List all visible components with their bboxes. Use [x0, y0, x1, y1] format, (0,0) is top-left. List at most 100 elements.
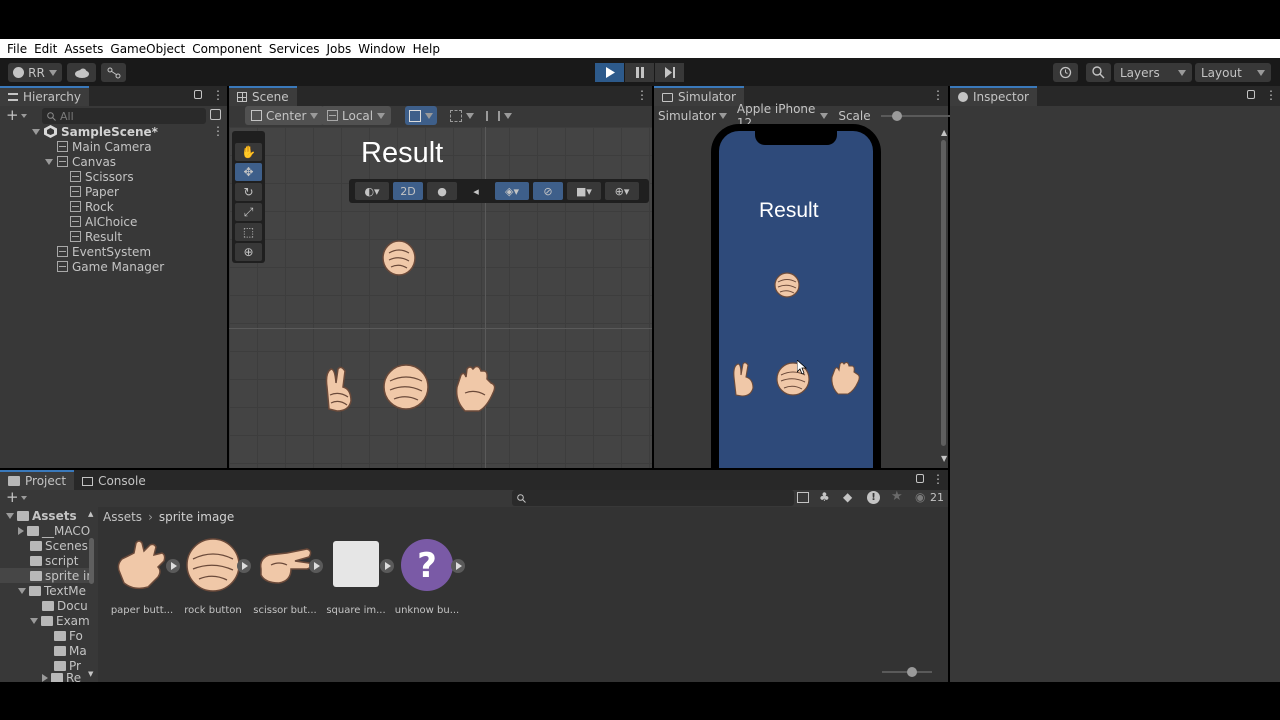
increment-snap-toggle[interactable]	[482, 106, 516, 125]
rect-tool-button[interactable]: ⬚	[235, 223, 262, 241]
scene-viewport[interactable]: ✋ ✥ ↻ ⤢ ⬚ ⊕ Result ◐▾ 2D ● ◂ ◈▾ ⊘ ■▾ ⊕▾	[229, 127, 652, 468]
expand-sprite-icon[interactable]	[451, 559, 465, 573]
tree-folder-sprite-image[interactable]: sprite im	[0, 568, 90, 583]
grid-snap-toggle[interactable]	[405, 106, 437, 125]
hierarchy-search-input[interactable]: All	[42, 108, 206, 124]
expand-arrow-icon[interactable]	[45, 158, 53, 165]
tree-folder-resources[interactable]: Re	[42, 673, 90, 682]
scale-slider-handle[interactable]	[891, 111, 902, 121]
kebab-menu-icon[interactable]: ⋮	[1265, 88, 1277, 102]
tree-item-scissors[interactable]: Scissors	[70, 169, 134, 184]
tree-folder-examples[interactable]: Exam	[30, 613, 90, 628]
expand-arrow-icon[interactable]	[6, 512, 14, 519]
tree-item-paper[interactable]: Paper	[70, 184, 119, 199]
expand-arrow-icon[interactable]	[30, 617, 38, 624]
expand-arrow-icon[interactable]	[32, 128, 40, 135]
slider-handle[interactable]	[907, 667, 917, 677]
menu-jobs[interactable]: Jobs	[326, 42, 358, 56]
grid-visibility-toggle[interactable]	[446, 106, 478, 125]
menu-window[interactable]: Window	[357, 42, 411, 56]
tab-inspector[interactable]: Inspector	[950, 86, 1037, 106]
draw-mode-dropdown[interactable]: ◐▾	[355, 182, 389, 200]
lock-icon[interactable]	[1247, 90, 1255, 99]
move-tool-button[interactable]: ✥	[235, 163, 262, 181]
lock-icon[interactable]	[916, 474, 924, 483]
menu-component[interactable]: Component	[191, 42, 268, 56]
tab-scene[interactable]: Scene	[229, 86, 297, 106]
asset-rock-button[interactable]: rock button	[177, 537, 251, 616]
asset-square-image[interactable]: square im...	[320, 537, 394, 616]
tree-item-game-manager[interactable]: Game Manager	[57, 259, 164, 274]
chevron-down-icon[interactable]	[21, 114, 27, 118]
warning-filter-icon[interactable]: !	[867, 491, 880, 504]
effects-dropdown[interactable]: ◈▾	[495, 182, 529, 200]
menu-gameobject[interactable]: GameObject	[109, 42, 191, 56]
expand-arrow-icon[interactable]	[18, 526, 24, 535]
simulator-scrollbar[interactable]: ▲ ▼	[938, 126, 948, 468]
favorite-star-icon[interactable]: ★	[891, 489, 903, 504]
scroll-up-icon[interactable]: ▲	[941, 128, 947, 137]
asset-paper-button[interactable]: paper butt...	[106, 537, 180, 616]
account-dropdown[interactable]: RR	[8, 63, 62, 82]
menu-edit[interactable]: Edit	[33, 42, 63, 56]
device-screen[interactable]: Result	[719, 131, 873, 468]
tab-console[interactable]: Console	[74, 470, 154, 490]
tree-item-eventsystem[interactable]: EventSystem	[57, 244, 151, 259]
audio-toggle[interactable]: ◂	[461, 182, 491, 200]
kebab-menu-icon[interactable]: ⋮	[636, 88, 648, 102]
tree-item-aichoice[interactable]: AIChoice	[70, 214, 137, 229]
collab-button[interactable]	[101, 63, 126, 82]
menu-help[interactable]: Help	[412, 42, 446, 56]
scale-slider[interactable]	[880, 111, 961, 121]
tree-item-rock[interactable]: Rock	[70, 199, 114, 214]
history-button[interactable]	[1053, 63, 1078, 82]
search-by-type-icon[interactable]	[797, 492, 809, 503]
tree-folder-documentation[interactable]: Docu	[42, 598, 90, 613]
tree-scene-row[interactable]: SampleScene*	[32, 124, 158, 139]
breadcrumb-current[interactable]: sprite image	[159, 510, 234, 524]
expand-arrow-icon[interactable]	[18, 587, 26, 594]
kebab-menu-icon[interactable]: ⋮	[932, 88, 944, 102]
search-by-label-icon[interactable]: ♣	[819, 490, 830, 504]
tree-folder-assets[interactable]: Assets	[6, 508, 77, 523]
play-button[interactable]	[595, 63, 624, 82]
tree-item-main-camera[interactable]: Main Camera	[57, 139, 152, 154]
rotate-tool-button[interactable]: ↻	[235, 183, 262, 201]
tree-folder-textmeshpro[interactable]: TextMe	[18, 583, 98, 598]
add-icon[interactable]: +	[6, 106, 19, 124]
kebab-menu-icon[interactable]: ⋮	[212, 124, 224, 138]
tree-folder-maco[interactable]: __MACO	[18, 523, 98, 538]
lighting-toggle[interactable]: ●	[427, 182, 457, 200]
folder-tree-scrollbar[interactable]: ▲ ▼	[88, 510, 96, 680]
simulator-mode-dropdown[interactable]: Simulator	[658, 109, 727, 123]
expand-arrow-icon[interactable]	[42, 673, 48, 682]
scroll-down-icon[interactable]: ▼	[88, 670, 93, 678]
asset-scissor-button[interactable]: scissor but...	[249, 537, 323, 616]
scale-tool-button[interactable]: ⤢	[235, 203, 262, 221]
layers-dropdown[interactable]: Layers	[1114, 63, 1192, 82]
menu-file[interactable]: File	[6, 42, 33, 56]
space-dropdown[interactable]: Local	[321, 106, 392, 125]
step-button[interactable]	[655, 63, 684, 82]
breadcrumb-root[interactable]: Assets	[103, 510, 142, 524]
scroll-up-icon[interactable]: ▲	[88, 510, 93, 518]
add-icon[interactable]: +	[6, 488, 19, 506]
tab-project[interactable]: Project	[0, 470, 75, 490]
search-button[interactable]	[1086, 63, 1111, 82]
pause-button[interactable]	[625, 63, 654, 82]
hand-tool-button[interactable]: ✋	[235, 143, 262, 161]
tree-folder-prefabs[interactable]: Pr	[54, 658, 90, 673]
project-search-input[interactable]	[512, 490, 794, 506]
cloud-button[interactable]	[67, 63, 96, 82]
kebab-menu-icon[interactable]: ⋮	[932, 472, 944, 486]
tree-folder-fonts[interactable]: Fo	[54, 628, 90, 643]
menu-assets[interactable]: Assets	[63, 42, 109, 56]
scrollbar-thumb[interactable]	[941, 140, 946, 446]
tree-item-canvas[interactable]: Canvas	[45, 154, 116, 169]
transform-tool-button[interactable]: ⊕	[235, 243, 262, 261]
tab-simulator[interactable]: Simulator	[654, 86, 744, 106]
pivot-dropdown[interactable]: Center	[245, 106, 325, 125]
menu-services[interactable]: Services	[268, 42, 326, 56]
toggle-2d-button[interactable]: 2D	[393, 182, 423, 200]
scene-visibility-icon[interactable]	[210, 109, 221, 120]
